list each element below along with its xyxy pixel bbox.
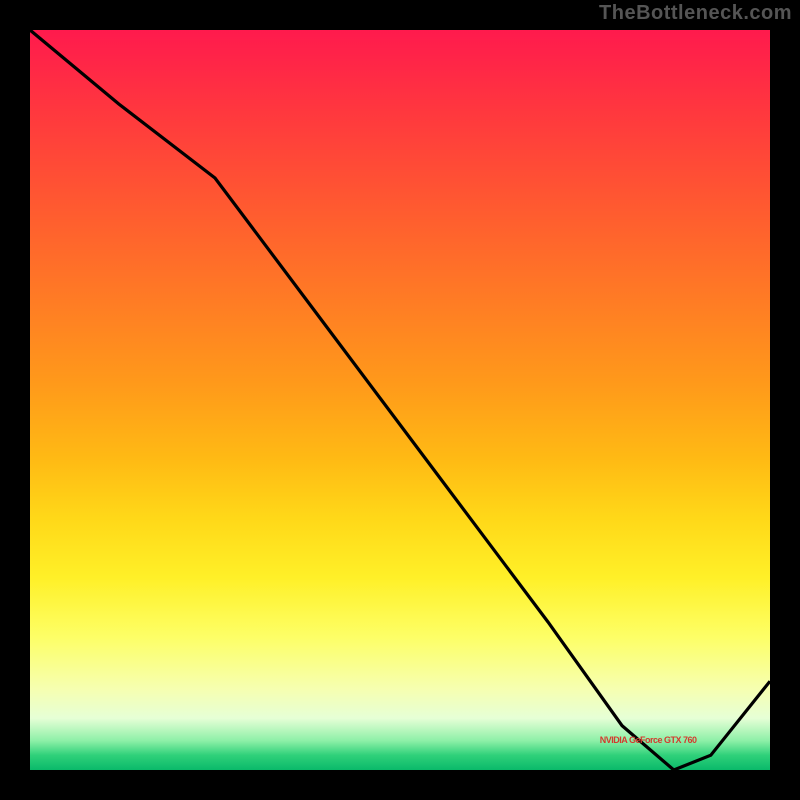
plot-area: NVIDIA GeForce GTX 760 [30,30,770,770]
attribution-text: TheBottleneck.com [599,2,792,25]
bottleneck-curve [30,30,770,770]
chart-frame: TheBottleneck.com NVIDIA GeForce GTX 760 [0,0,800,800]
series-label: NVIDIA GeForce GTX 760 [600,735,697,745]
curve-svg [30,30,770,770]
